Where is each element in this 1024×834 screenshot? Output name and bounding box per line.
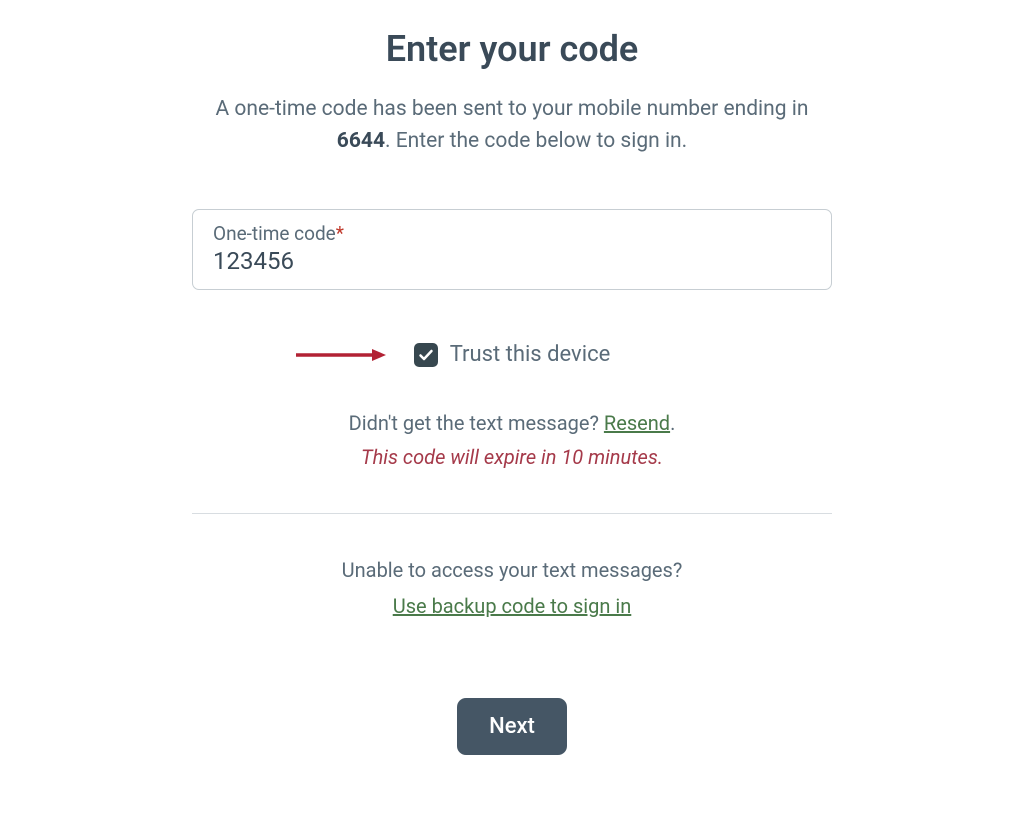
code-input[interactable]	[213, 247, 811, 275]
code-input-container[interactable]: One-time code*	[192, 209, 832, 290]
otp-entry-panel: Enter your code A one-time code has been…	[192, 0, 832, 834]
code-input-label: One-time code*	[213, 222, 811, 245]
backup-code-link[interactable]: Use backup code to sign in	[393, 594, 632, 618]
expiry-warning: This code will expire in 10 minutes.	[192, 445, 832, 469]
instruction-text: A one-time code has been sent to your mo…	[192, 94, 832, 157]
phone-last4: 6644	[337, 129, 385, 153]
arrow-annotation-icon	[296, 348, 386, 362]
trust-device-label: Trust this device	[450, 342, 611, 367]
checkmark-icon	[418, 347, 434, 363]
instruction-suffix: . Enter the code below to sign in.	[385, 129, 687, 153]
instruction-prefix: A one-time code has been sent to your mo…	[216, 97, 809, 121]
resend-link[interactable]: Resend	[604, 411, 670, 435]
code-label-text: One-time code	[213, 222, 336, 245]
trust-device-checkbox[interactable]	[414, 343, 438, 367]
page-title: Enter your code	[192, 28, 832, 70]
unable-text: Unable to access your text messages?	[192, 558, 832, 582]
resend-prefix: Didn't get the text message?	[349, 411, 604, 435]
resend-row: Didn't get the text message? Resend.	[192, 411, 832, 435]
resend-suffix: .	[670, 411, 675, 435]
section-divider	[192, 513, 832, 514]
required-asterisk: *	[336, 222, 344, 245]
trust-device-row: Trust this device	[192, 342, 832, 367]
next-button[interactable]: Next	[457, 698, 567, 755]
